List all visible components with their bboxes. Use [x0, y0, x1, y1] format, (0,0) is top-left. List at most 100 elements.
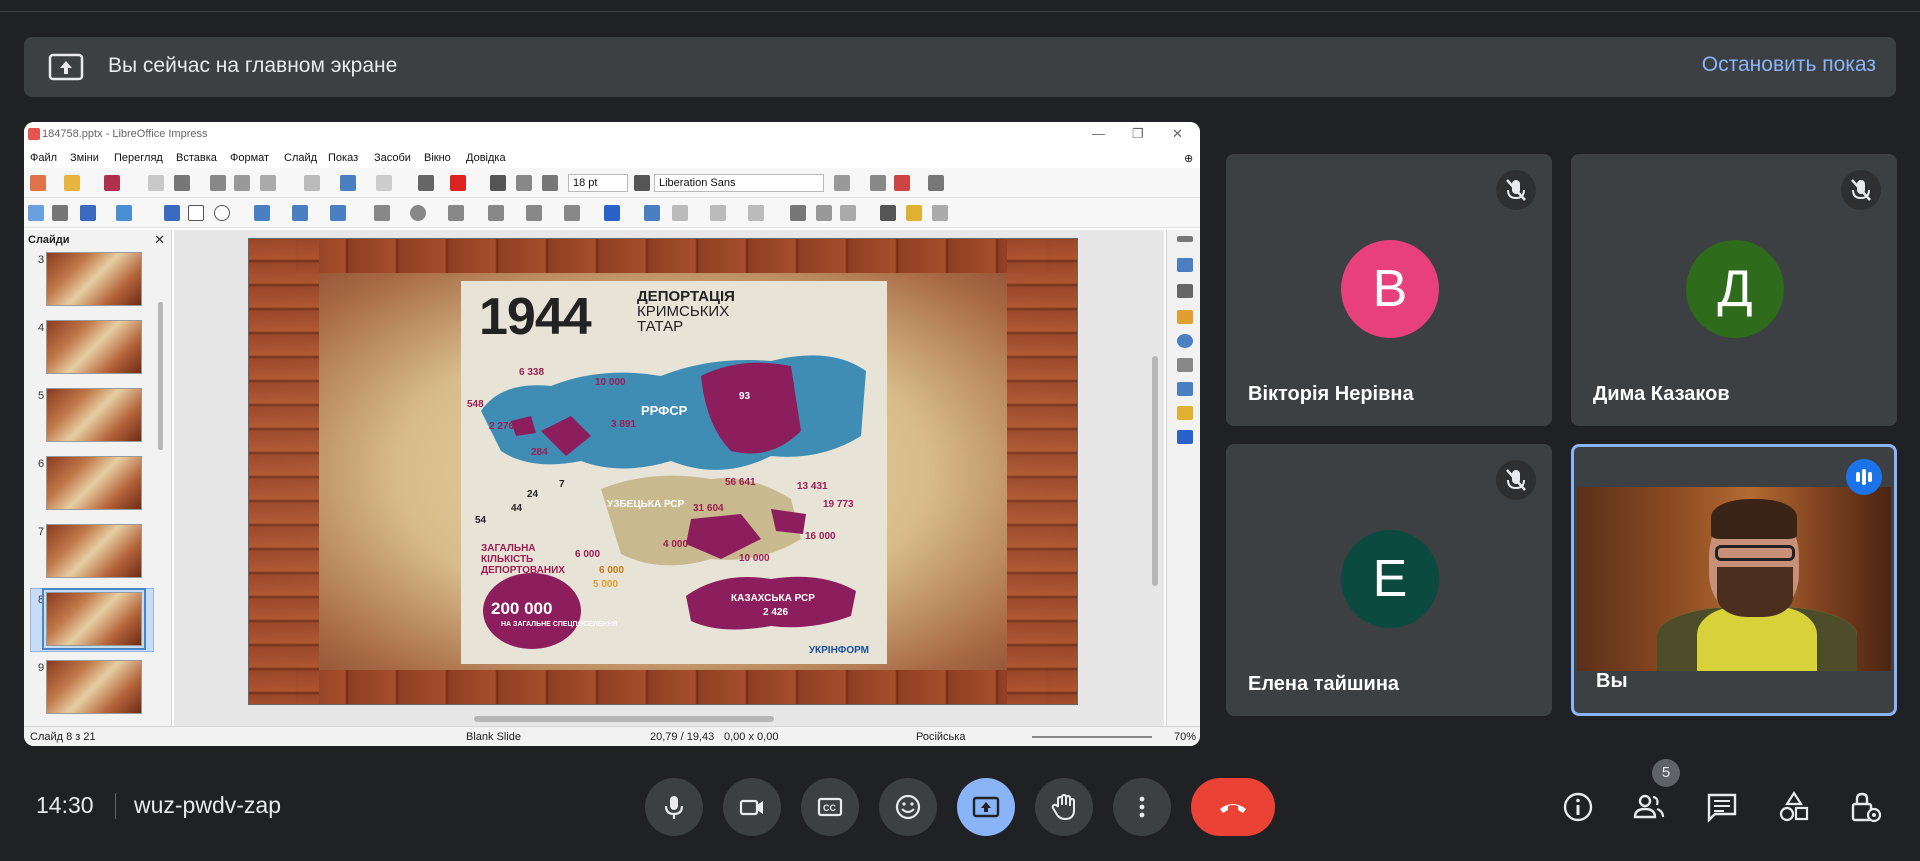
distribute-icon[interactable]: [748, 205, 764, 221]
slide-layout-icon[interactable]: [928, 175, 944, 191]
copy-icon[interactable]: [234, 175, 250, 191]
rectangle-tool-icon[interactable]: [188, 205, 204, 221]
slide-thumb-3[interactable]: 3: [24, 252, 164, 316]
line-tool-icon[interactable]: [164, 205, 180, 221]
paste-icon[interactable]: [260, 175, 276, 191]
italic-icon[interactable]: [490, 175, 506, 191]
slide-thumbnail[interactable]: [46, 456, 142, 510]
slide-thumbnail[interactable]: [46, 388, 142, 442]
font-color-icon[interactable]: [450, 175, 466, 191]
redo-icon[interactable]: [376, 175, 392, 191]
people-icon[interactable]: [1632, 790, 1666, 824]
align-icon[interactable]: [672, 205, 688, 221]
connector-tool-icon[interactable]: [330, 205, 346, 221]
camera-button[interactable]: [723, 778, 781, 836]
font-name-field[interactable]: Liberation Sans: [654, 174, 824, 192]
restore-icon[interactable]: ❐: [1132, 126, 1144, 142]
properties-icon[interactable]: [1177, 258, 1193, 272]
undo-icon[interactable]: [340, 175, 356, 191]
cut-icon[interactable]: [210, 175, 226, 191]
slide-thumbnail[interactable]: [46, 320, 142, 374]
slide-thumb-5[interactable]: 5: [24, 388, 164, 452]
paragraph-icon[interactable]: [542, 175, 558, 191]
points-icon[interactable]: [880, 205, 896, 221]
activities-icon[interactable]: [1777, 790, 1811, 824]
slide-thumbnail[interactable]: [46, 524, 142, 578]
slide-transition-icon[interactable]: [1177, 430, 1193, 444]
master-slides-icon[interactable]: [1177, 382, 1193, 396]
clone-icon[interactable]: [304, 175, 320, 191]
print-icon[interactable]: [174, 175, 190, 191]
callouts-icon[interactable]: [526, 205, 542, 221]
curve-tool-icon[interactable]: [292, 205, 308, 221]
menu-slide[interactable]: Слайд: [284, 152, 317, 164]
globe-icon[interactable]: ⊕: [1184, 152, 1193, 165]
block-arrows-icon[interactable]: [448, 205, 464, 221]
filter-icon[interactable]: [840, 205, 856, 221]
gallery-icon[interactable]: [1177, 310, 1193, 324]
select-icon[interactable]: [28, 205, 44, 221]
slide-thumb-8[interactable]: 8: [24, 588, 164, 656]
participant-tile-self[interactable]: Вы: [1571, 444, 1897, 716]
flowchart-icon[interactable]: [488, 205, 504, 221]
save-icon[interactable]: [104, 175, 120, 191]
sidebar-menu-icon[interactable]: [1177, 236, 1193, 242]
symbol-shapes-icon[interactable]: [410, 205, 426, 221]
leave-call-button[interactable]: [1191, 778, 1275, 836]
crop-icon[interactable]: [816, 205, 832, 221]
stars-icon[interactable]: [564, 205, 580, 221]
zoom-icon[interactable]: [52, 205, 68, 221]
new-icon[interactable]: [30, 175, 46, 191]
menu-window[interactable]: Вікно: [424, 152, 451, 164]
toggle-extrusion-icon[interactable]: [932, 205, 948, 221]
fill-color-icon[interactable]: [116, 205, 132, 221]
reactions-button[interactable]: [879, 778, 937, 836]
text-icon[interactable]: [634, 175, 650, 191]
menu-tools[interactable]: Засоби: [374, 152, 411, 164]
stop-presenting-button[interactable]: Остановить показ: [1702, 53, 1876, 77]
table-icon[interactable]: [516, 175, 532, 191]
raise-hand-button[interactable]: [1035, 778, 1093, 836]
slide-thumbnail[interactable]: [46, 660, 142, 714]
glue-icon[interactable]: [906, 205, 922, 221]
close-panel-icon[interactable]: ✕: [154, 232, 165, 248]
menu-help[interactable]: Довідка: [466, 152, 506, 164]
participant-tile-3[interactable]: Е Елена тайшина: [1226, 444, 1552, 716]
export-pdf-icon[interactable]: [148, 175, 164, 191]
menu-show[interactable]: Показ: [328, 152, 358, 164]
current-slide[interactable]: 1944 ДЕПОРТАЦІЯ КРИМСЬКИХ ТАТАР РРФСР 93…: [248, 238, 1078, 705]
slide-thumb-7[interactable]: 7: [24, 524, 164, 588]
animation-icon[interactable]: [1177, 406, 1193, 420]
menu-insert[interactable]: Вставка: [176, 152, 217, 164]
zoom-slider[interactable]: [1032, 736, 1152, 738]
menu-view[interactable]: Перегляд: [114, 152, 163, 164]
horizontal-scrollbar[interactable]: [474, 716, 774, 722]
ellipse-tool-icon[interactable]: [214, 205, 230, 221]
microphone-button[interactable]: [645, 778, 703, 836]
minimize-icon[interactable]: —: [1092, 126, 1105, 141]
chat-icon[interactable]: [1705, 790, 1739, 824]
slide-thumb-4[interactable]: 4: [24, 320, 164, 384]
slides-scrollbar[interactable]: [158, 302, 163, 450]
font-size-field[interactable]: 18 pt: [568, 174, 628, 192]
arrange-icon[interactable]: [710, 205, 726, 221]
rotate-icon[interactable]: [644, 205, 660, 221]
participant-tile-1[interactable]: В Вікторія Нерівна: [1226, 154, 1552, 426]
info-icon[interactable]: [1561, 790, 1595, 824]
styles-icon[interactable]: [1177, 284, 1193, 298]
delete-slide-icon[interactable]: [894, 175, 910, 191]
present-button[interactable]: [957, 778, 1015, 836]
line-color-icon[interactable]: [80, 205, 96, 221]
captions-button[interactable]: CC: [801, 778, 859, 836]
slide-thumb-6[interactable]: 6: [24, 456, 164, 520]
host-controls-icon[interactable]: [1848, 790, 1882, 824]
vertical-scrollbar[interactable]: [1152, 356, 1158, 586]
shadow-icon[interactable]: [790, 205, 806, 221]
menu-edit[interactable]: Зміни: [70, 152, 99, 164]
menu-format[interactable]: Формат: [230, 152, 269, 164]
3d-objects-icon[interactable]: [604, 205, 620, 221]
shapes-icon[interactable]: [1177, 358, 1193, 372]
menu-file[interactable]: Файл: [30, 152, 57, 164]
slide-thumbnail-selected[interactable]: [42, 588, 146, 650]
navigator-icon[interactable]: [1177, 334, 1193, 348]
